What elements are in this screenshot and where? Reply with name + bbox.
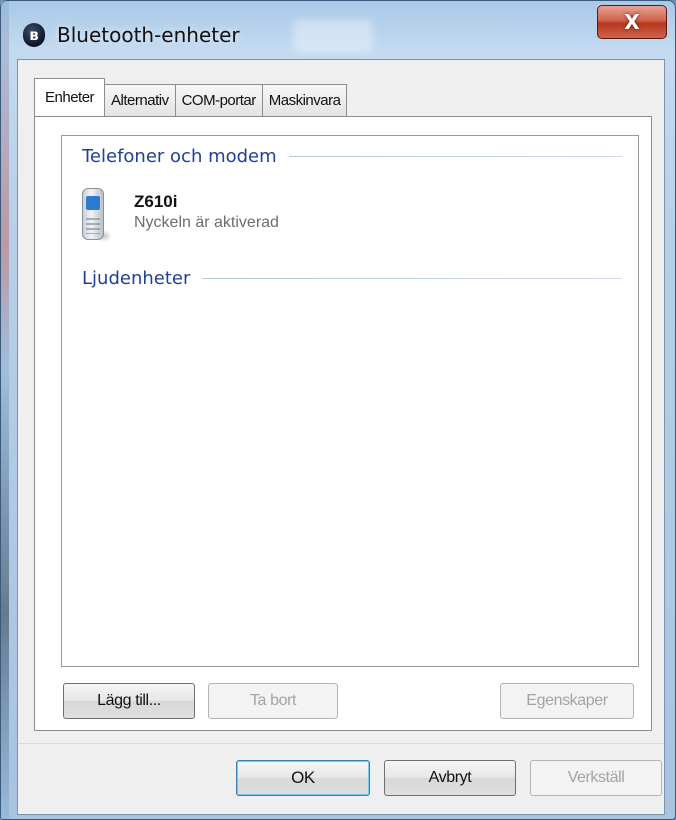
apply-button[interactable]: Verkställ [530,760,662,796]
window-title: Bluetooth-enheter [57,23,240,47]
tab-panel-enheter: Telefoner och modem Z610i Nyckeln är akt… [34,116,652,731]
tab-maskinvara[interactable]: Maskinvara [261,84,348,116]
remove-device-button[interactable]: Ta bort [208,683,338,719]
title-bar[interactable]: ʙ Bluetooth-enheter X [1,1,675,61]
device-status: Nyckeln är aktiverad [134,214,279,231]
group-header-audio: Ljudenheter [82,268,622,289]
add-device-button[interactable]: Lägg till... [63,683,195,719]
tab-enheter[interactable]: Enheter [34,78,106,116]
mobile-phone-icon [80,188,112,246]
ok-button[interactable]: OK [236,760,370,796]
bluetooth-icon: ʙ [23,23,45,47]
device-item-z610i[interactable]: Z610i Nyckeln är aktiverad [80,188,279,246]
cancel-button[interactable]: Avbryt [384,760,516,796]
glass-sheen [293,19,373,53]
group-header-label: Ljudenheter [82,268,191,289]
close-icon: X [624,10,640,34]
properties-button[interactable]: Egenskaper [500,683,634,719]
device-list[interactable]: Telefoner och modem Z610i Nyckeln är akt… [61,135,639,667]
tab-strip: Enheter Alternativ COM-portar Maskinvara [34,76,348,116]
close-button[interactable]: X [597,5,667,39]
tab-alternativ[interactable]: Alternativ [104,84,176,116]
dialog-window: ʙ Bluetooth-enheter X Enheter Alternativ… [0,0,676,820]
group-header-label: Telefoner och modem [82,146,277,167]
footer-divider [18,743,664,744]
tab-com-portar[interactable]: COM-portar [174,84,263,116]
device-name: Z610i [134,192,178,211]
group-divider [288,156,622,157]
group-header-phones: Telefoner och modem [82,146,622,167]
group-divider [202,278,622,279]
dialog-client-area: Enheter Alternativ COM-portar Maskinvara… [17,59,665,815]
